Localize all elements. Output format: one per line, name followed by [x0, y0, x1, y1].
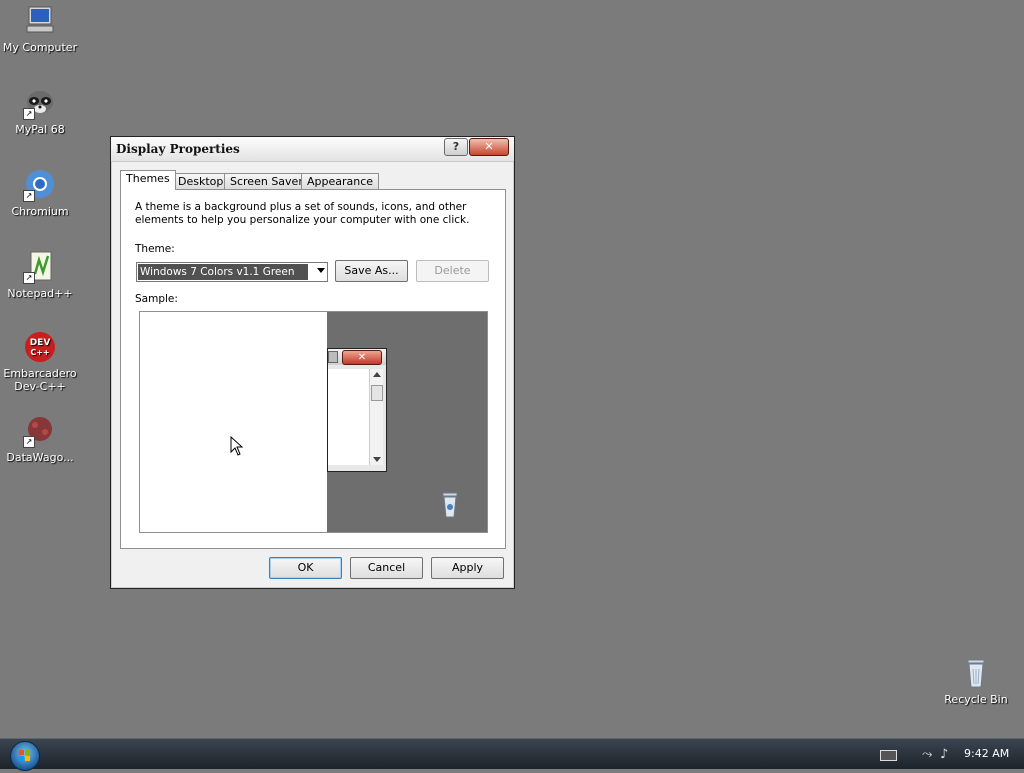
display-properties-dialog: Display Properties ? ✕ Themes Desktop Sc… — [110, 136, 515, 589]
shortcut-arrow-icon: ↗ — [23, 436, 35, 448]
sample-window-body — [328, 369, 372, 465]
theme-select-value: Windows 7 Colors v1.1 Green — [138, 264, 308, 280]
tab-themes[interactable]: Themes — [120, 170, 176, 190]
desktop-icon-label: Chromium — [11, 205, 69, 218]
scroll-down-icon — [373, 457, 381, 462]
dialog-title: Display Properties — [116, 142, 240, 156]
tab-desktop[interactable]: Desktop — [172, 173, 230, 190]
svg-text:DEV: DEV — [30, 338, 51, 348]
desktop-icon-label: DataWago... — [6, 451, 74, 464]
network-icon[interactable]: ⤳ — [922, 747, 932, 762]
shortcut-arrow-icon: ↗ — [23, 190, 35, 202]
sample-close-icon: ✕ — [342, 350, 382, 365]
desktop-icon-recycle-bin[interactable]: Recycle Bin — [936, 656, 1016, 706]
desktop-icon-devcpp[interactable]: DEV C++ Embarcadero Dev-C++ — [0, 330, 80, 393]
maximize-icon — [328, 351, 338, 363]
clock[interactable]: 9:42 AM — [964, 747, 1009, 760]
theme-label: Theme: — [135, 243, 175, 255]
desktop-icon-label-line2: Dev-C++ — [14, 380, 66, 393]
recycle-bin-icon — [442, 492, 458, 518]
sample-scrollbar — [369, 369, 383, 465]
recycle-bin-icon — [959, 656, 993, 690]
save-as-button[interactable]: Save As... — [335, 260, 408, 282]
desktop-icon-notepad-plus-plus[interactable]: ↗ Notepad++ — [0, 250, 80, 300]
theme-sample-preview: ✕ — [139, 311, 488, 533]
delete-button[interactable]: Delete — [416, 260, 489, 282]
chromium-icon: ↗ — [23, 168, 57, 202]
shortcut-arrow-icon: ↗ — [23, 272, 35, 284]
desktop-icon-label: MyPal 68 — [15, 123, 65, 136]
taskbar: ⤳ ♪ 9:42 AM — [0, 738, 1024, 771]
notepad-plus-plus-icon: ↗ — [23, 250, 57, 284]
sample-background — [140, 312, 327, 532]
desktop-icon-mypal[interactable]: ↗ MyPal 68 — [0, 86, 80, 136]
desktop-icon-chromium[interactable]: ↗ Chromium — [0, 168, 80, 218]
keyboard-layout-icon[interactable] — [880, 750, 897, 761]
desktop-icon-datawagon[interactable]: ↗ DataWago... — [0, 414, 80, 464]
windows-logo-icon — [19, 750, 30, 761]
help-button[interactable]: ? — [444, 138, 468, 156]
themes-panel: A theme is a background plus a set of so… — [120, 189, 506, 549]
desktop-icon-label-line1: Embarcadero — [3, 367, 77, 380]
tab-screen-saver[interactable]: Screen Saver — [224, 173, 309, 190]
title-bar[interactable]: Display Properties ? ✕ — [111, 137, 514, 162]
svg-text:C++: C++ — [30, 348, 49, 357]
sample-label: Sample: — [135, 293, 178, 305]
ok-button[interactable]: OK — [269, 557, 342, 579]
start-button[interactable] — [10, 741, 40, 771]
raccoon-browser-icon: ↗ — [23, 86, 57, 120]
sample-window: ✕ — [327, 348, 387, 472]
desktop-icon-label: Notepad++ — [7, 287, 73, 300]
cancel-button[interactable]: Cancel — [350, 557, 423, 579]
shortcut-arrow-icon: ↗ — [23, 108, 35, 120]
apply-button[interactable]: Apply — [431, 557, 504, 579]
computer-icon — [23, 4, 57, 38]
tab-appearance[interactable]: Appearance — [301, 173, 380, 190]
chevron-down-icon[interactable] — [317, 268, 325, 273]
theme-select[interactable]: Windows 7 Colors v1.1 Green — [136, 262, 328, 282]
scroll-thumb — [371, 385, 383, 401]
desktop-icon-my-computer[interactable]: My Computer — [0, 4, 80, 54]
volume-icon[interactable]: ♪ — [940, 747, 948, 762]
scroll-up-icon — [373, 372, 381, 377]
devcpp-icon: DEV C++ — [23, 330, 57, 364]
datawagon-icon: ↗ — [23, 414, 57, 448]
mouse-cursor-icon — [230, 436, 244, 456]
desktop-icon-label: My Computer — [2, 41, 78, 54]
desktop-icon-label: Recycle Bin — [944, 693, 1008, 706]
sample-window-titlebar: ✕ — [328, 349, 386, 365]
close-button[interactable]: ✕ — [469, 138, 509, 156]
theme-description: A theme is a background plus a set of so… — [135, 201, 470, 226]
